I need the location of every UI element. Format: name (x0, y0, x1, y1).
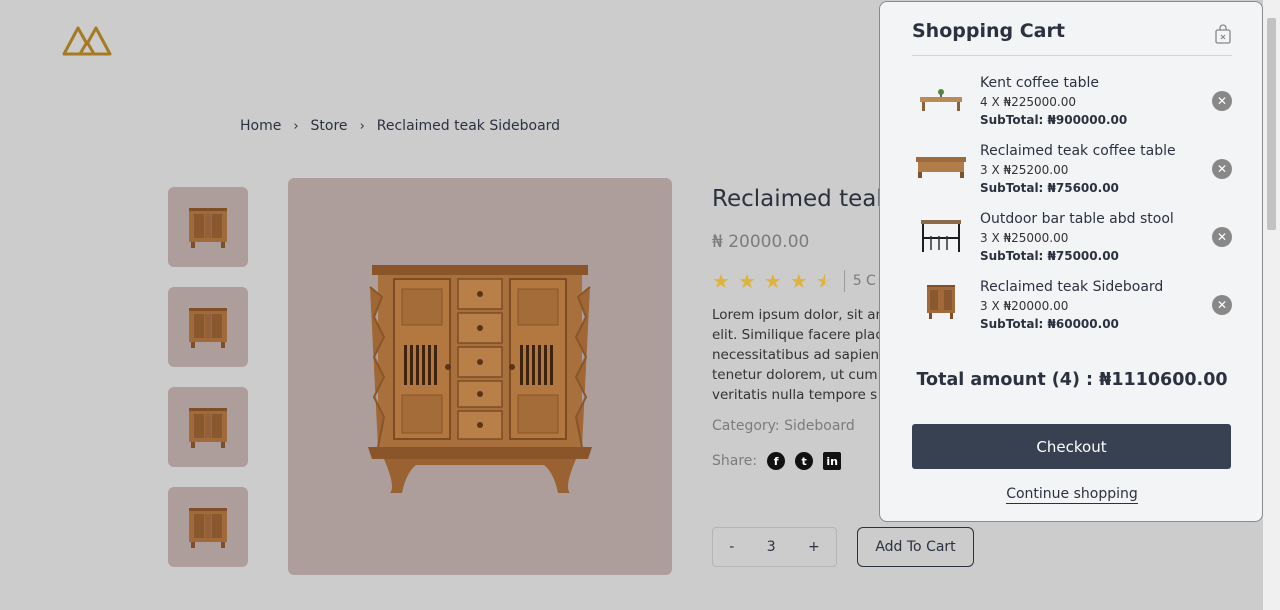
cart-item-name: Reclaimed teak Sideboard (980, 279, 1164, 295)
share-label: Share: (712, 453, 758, 469)
cart-item-quantity: 4 X ₦225000.00 (980, 95, 1077, 109)
facebook-icon[interactable]: f (767, 452, 786, 470)
star-icon: ★ (712, 269, 730, 293)
close-icon: ✕ (1216, 298, 1228, 312)
rating-divider (843, 270, 845, 292)
remove-item-button[interactable]: ✕ (1212, 159, 1232, 179)
product-rating: ★ ★ ★ ★ ★ 5 C (712, 270, 876, 292)
share-row: Share: f t in (712, 452, 842, 470)
thumbnail[interactable] (168, 387, 248, 467)
cart-item-image (912, 73, 970, 123)
sideboard-thumbnail-image (189, 508, 227, 548)
description-line: necessitatibus ad sapien (712, 347, 880, 363)
star-icon: ★ (763, 269, 782, 293)
cart-item-quantity: 3 X ₦20000.00 (980, 299, 1069, 313)
product-main-image (288, 178, 672, 575)
thumbnail[interactable] (168, 487, 248, 567)
cart-header: Shopping Cart (912, 20, 1232, 56)
chevron-right-icon: › (293, 118, 299, 134)
shopping-cart-panel: Shopping Cart Kent coffee table 4 X ₦225… (879, 1, 1263, 522)
reviews-count: 5 C (852, 273, 876, 289)
breadcrumb-current: Reclaimed teak Sideboard (376, 118, 561, 134)
quantity-value[interactable]: 3 (767, 539, 776, 555)
description-line: Lorem ipsum dolor, sit am (712, 307, 887, 323)
increase-quantity-button[interactable]: + (808, 539, 820, 555)
sideboard-thumbnail-image (189, 408, 227, 448)
product-price: ₦ 20000.00 (712, 232, 810, 252)
close-icon: ✕ (1216, 230, 1228, 244)
cart-item-quantity: 3 X ₦25000.00 (980, 231, 1069, 245)
cart-item-subtotal: SubTotal: ₦75000.00 (980, 249, 1119, 263)
cart-item-name: Reclaimed teak coffee table (980, 143, 1176, 159)
sideboard-thumbnail-image (189, 308, 227, 348)
scrollbar-thumb[interactable] (1267, 18, 1276, 230)
sideboard-image (368, 264, 592, 493)
cart-item-image (912, 141, 970, 191)
cart-title: Shopping Cart (912, 20, 1065, 42)
thumbnail[interactable] (168, 287, 248, 367)
chevron-right-icon: › (359, 118, 365, 134)
cart-total: Total amount (4) : ₦1110600.00 (916, 370, 1228, 390)
description-line: elit. Similique facere plac (712, 327, 883, 343)
checkout-button[interactable]: Checkout (912, 424, 1231, 469)
thumbnail[interactable] (168, 187, 248, 267)
remove-item-button[interactable]: ✕ (1212, 295, 1232, 315)
star-icon: ★ (737, 269, 756, 293)
cart-item-image (912, 209, 970, 259)
breadcrumb-store[interactable]: Store (311, 118, 348, 134)
star-icon: ★ (789, 269, 808, 293)
cart-item-subtotal: SubTotal: ₦60000.00 (980, 317, 1119, 331)
product-description: Lorem ipsum dolor, sit am elit. Similiqu… (712, 305, 887, 405)
cart-items-list: Kent coffee table 4 X ₦225000.00 SubTota… (912, 73, 1232, 345)
continue-shopping-link[interactable]: Continue shopping (880, 486, 1264, 504)
decrease-quantity-button[interactable]: - (729, 539, 734, 555)
brand-logo[interactable] (62, 24, 112, 56)
close-icon: ✕ (1216, 94, 1228, 108)
quantity-stepper: - 3 + (712, 527, 837, 567)
cart-item-name: Kent coffee table (980, 75, 1099, 91)
cart-item: Kent coffee table 4 X ₦225000.00 SubTota… (912, 73, 1232, 141)
breadcrumb: Home › Store › Reclaimed teak Sideboard (240, 118, 560, 134)
cart-item-subtotal: SubTotal: ₦900000.00 (980, 113, 1128, 127)
cart-item: Outdoor bar table abd stool 3 X ₦25000.0… (912, 209, 1232, 277)
remove-item-button[interactable]: ✕ (1212, 227, 1232, 247)
thumbnail-list (168, 187, 248, 587)
coffee-table-image (920, 89, 962, 111)
cart-item: Reclaimed teak coffee table 3 X ₦25200.0… (912, 141, 1232, 209)
continue-shopping-label[interactable]: Continue shopping (1006, 486, 1138, 504)
shopping-bag-icon[interactable] (1214, 24, 1232, 44)
linkedin-icon[interactable]: in (823, 452, 842, 470)
cart-item-image (912, 277, 970, 327)
sideboard-image (927, 285, 955, 319)
cart-item-name: Outdoor bar table abd stool (980, 211, 1174, 227)
breadcrumb-home[interactable]: Home (240, 118, 281, 134)
page-scrollbar[interactable] (1263, 0, 1280, 610)
cart-item-quantity: 3 X ₦25200.00 (980, 163, 1069, 177)
add-to-cart-button[interactable]: Add To Cart (857, 527, 974, 567)
description-line: tenetur dolorem, ut cum (712, 367, 878, 383)
star-half-icon: ★ (815, 269, 834, 293)
sideboard-thumbnail-image (189, 208, 227, 248)
teak-coffee-table-image (916, 157, 966, 178)
remove-item-button[interactable]: ✕ (1212, 91, 1232, 111)
product-category: Category: Sideboard (712, 418, 855, 434)
cart-item-subtotal: SubTotal: ₦75600.00 (980, 181, 1119, 195)
bar-table-stool-image (921, 220, 961, 252)
description-line: veritatis nulla tempore s (712, 387, 878, 403)
cart-item: Reclaimed teak Sideboard 3 X ₦20000.00 S… (912, 277, 1232, 345)
close-icon: ✕ (1216, 162, 1228, 176)
twitter-icon[interactable]: t (795, 452, 814, 470)
